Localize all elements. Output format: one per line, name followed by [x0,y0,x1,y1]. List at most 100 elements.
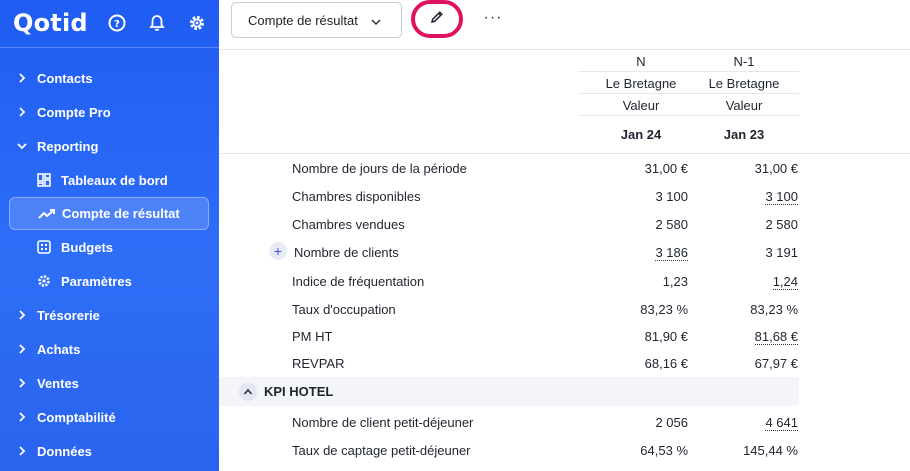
top-toolbar: Compte de résultat ··· [219,0,910,50]
row-label: Chambres disponibles [292,189,421,204]
chevron-right-icon [0,446,37,456]
column-period: N-1 [733,54,755,69]
chevron-down-icon [0,141,37,151]
sidebar-item-comptabilite[interactable]: Comptabilité [0,400,219,434]
sidebar-item-ventes[interactable]: Ventes [0,366,219,400]
sidebar-item-label: Reporting [37,138,99,154]
cell-value-n1: 83,23 % [750,302,798,317]
cell-value-n1[interactable]: 4 641 [765,415,798,431]
cell-value-n: 2 056 [655,415,688,430]
report-select[interactable]: Compte de résultat [231,2,402,38]
cell-value-n1: 67,97 € [754,356,798,371]
chevron-right-icon [0,412,37,422]
column-measure: Valeur [725,98,763,113]
income-statement-table: N N-1 Le Bretagne Le Bretagne Valeur Val… [219,51,910,471]
sidebar-item-achats[interactable]: Achats [0,332,219,366]
row-label: Nombre de clients [294,245,399,260]
table-row: Nombre de client petit-déjeuner 2 056 4 … [219,415,799,443]
sidebar-nav: Contacts Compte Pro Reporting Tableaux d… [0,61,219,468]
chevron-up-icon[interactable] [239,383,257,401]
sidebar-item-label: Trésorerie [37,307,100,323]
cell-value-n1: 3 191 [765,245,798,260]
more-options-button[interactable]: ··· [483,8,503,28]
cell-value-n: 2 580 [655,217,688,232]
table-row: Indice de fréquentation 1,23 1,24 [219,274,799,302]
sidebar-item-label: Contacts [37,70,93,86]
cell-value-n1[interactable]: 81,68 € [754,329,798,345]
header-divider [578,71,799,72]
row-label: Taux d'occupation [292,302,396,317]
sidebar: Qotid ? Contacts Compte Pro Reporting Ta… [0,0,219,471]
trend-up-icon [38,208,62,220]
svg-text:?: ? [114,19,120,30]
sidebar-item-label: Comptabilité [37,409,116,425]
cell-value-n1: 2 580 [765,217,798,232]
sidebar-subitem-budgets[interactable]: Budgets [0,230,219,264]
sidebar-item-label: Achats [37,341,81,357]
table-row: Nombre de jours de la période 31,00 € 31… [219,161,799,189]
sidebar-item-compte-pro[interactable]: Compte Pro [0,95,219,129]
sidebar-subitem-tableaux-de-bord[interactable]: Tableaux de bord [0,163,219,197]
row-label: Chambres vendues [292,217,405,232]
sidebar-item-tresorerie[interactable]: Trésorerie [0,298,219,332]
sidebar-item-donnees[interactable]: Données [0,434,219,468]
table-row: Chambres disponibles 3 100 3 100 [219,189,799,217]
row-label: Indice de fréquentation [292,274,425,289]
chevron-right-icon [0,107,37,117]
app-logo[interactable]: Qotid [13,9,88,37]
sidebar-item-label: Ventes [37,375,79,391]
sidebar-item-label: Compte Pro [37,104,111,120]
chevron-right-icon [0,310,37,320]
cell-value-n1: 31,00 € [754,161,798,176]
sidebar-subitem-label: Paramètres [61,273,132,289]
gear-icon [37,274,61,288]
column-date: Jan 24 [620,127,662,142]
column-entity: Le Bretagne [708,76,780,91]
row-label: Nombre de jours de la période [292,161,467,176]
header-divider [578,93,799,94]
cell-value-n[interactable]: 3 186 [655,245,688,261]
cell-value-n: 68,16 € [644,356,688,371]
header-bottom-border [219,153,910,154]
section-title: KPI HOTEL [264,384,334,399]
header-icons: ? [104,10,210,36]
calculator-icon [37,240,61,254]
row-label: Taux de captage petit-déjeuner [292,443,471,458]
bell-icon[interactable] [144,10,170,36]
help-icon[interactable]: ? [104,10,130,36]
sidebar-item-reporting[interactable]: Reporting [0,129,219,163]
sidebar-subitem-compte-de-resultat[interactable]: Compte de résultat [9,197,209,230]
column-entity: Le Bretagne [605,76,677,91]
gear-icon[interactable] [184,10,210,36]
sidebar-subitem-parametres[interactable]: Paramètres [0,264,219,298]
cell-value-n: 64,53 % [640,443,688,458]
expand-plus-icon[interactable]: + [269,242,287,260]
chevron-down-icon [371,15,381,30]
cell-value-n1[interactable]: 3 100 [765,189,798,205]
column-period: N [636,54,646,69]
table-row: Chambres vendues 2 580 2 580 [219,217,799,245]
section-header-kpi-hotel[interactable]: KPI HOTEL [219,377,799,406]
sidebar-item-contacts[interactable]: Contacts [0,61,219,95]
cell-value-n1[interactable]: 1,24 [772,274,798,290]
row-label: REVPAR [292,356,345,371]
cell-value-n1: 145,44 % [743,443,798,458]
cell-value-n: 3 100 [655,189,688,204]
table-row: + Nombre de clients 3 186 3 191 [219,242,799,273]
table-row: Taux de captage petit-déjeuner 64,53 % 1… [219,443,799,471]
sidebar-subitem-label: Compte de résultat [62,206,180,221]
cell-value-n: 81,90 € [644,329,688,344]
row-label: Nombre de client petit-déjeuner [292,415,474,430]
sidebar-item-label: Données [37,443,92,459]
edit-button[interactable] [411,0,463,38]
chevron-right-icon [0,73,37,83]
table-row: Taux d'occupation 83,23 % 83,23 % [219,302,799,330]
chevron-right-icon [0,344,37,354]
column-measure: Valeur [622,98,660,113]
row-label: PM HT [292,329,333,344]
sidebar-subitem-label: Tableaux de bord [61,172,168,188]
header-divider [578,115,799,116]
cell-value-n: 1,23 [662,274,688,289]
report-select-value: Compte de résultat [248,12,358,28]
cell-value-n: 83,23 % [640,302,688,317]
